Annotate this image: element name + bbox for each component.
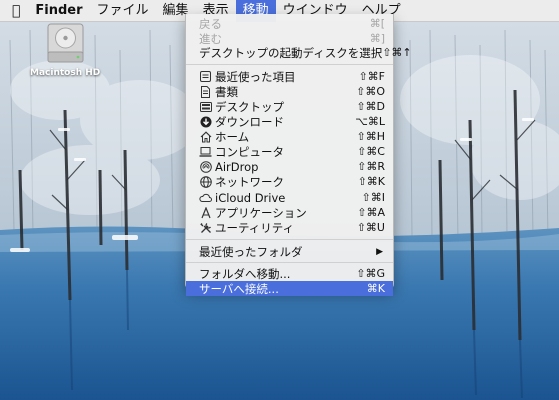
menu-item-icloud-drive[interactable]: iCloud Drive ⇧⌘I [186, 190, 393, 205]
menu-item-airdrop[interactable]: AirDrop ⇧⌘R [186, 159, 393, 174]
menu-item-back[interactable]: 戻る ⌘[ [186, 16, 393, 31]
desktop-icon [199, 100, 212, 113]
apple-icon[interactable]:  [0, 0, 28, 22]
recents-icon [199, 70, 212, 83]
menu-item-downloads[interactable]: ダウンロード ⌥⌘L [186, 114, 393, 129]
menu-file[interactable]: ファイル [90, 0, 156, 22]
menu-item-desktop[interactable]: デスクトップ ⇧⌘D [186, 99, 393, 114]
menu-item-go-to-folder[interactable]: フォルダへ移動... ⇧⌘G [186, 266, 393, 281]
applications-icon [199, 206, 212, 219]
chevron-right-icon: ▶ [376, 246, 383, 257]
hard-drive-label[interactable]: Macintosh HD [30, 68, 100, 78]
utilities-icon [199, 221, 212, 234]
network-icon [199, 175, 212, 188]
menu-item-documents[interactable]: 書類 ⇧⌘O [186, 84, 393, 99]
cloud-icon [199, 191, 212, 204]
menu-item-connect-to-server[interactable]: サーバへ接続... ⌘K [186, 281, 393, 296]
home-icon [199, 130, 212, 143]
go-menu: 戻る ⌘[ 進む ⌘] デスクトップの起動ディスクを選択 ⇧⌘↑ 最近使った項目… [185, 14, 412, 296]
menu-item-computer[interactable]: コンピュータ ⇧⌘C [186, 144, 393, 159]
menu-item-applications[interactable]: アプリケーション ⇧⌘A [186, 205, 393, 220]
menu-item-recents[interactable]: 最近使った項目 ⇧⌘F [186, 69, 393, 84]
menu-item-startup-disk[interactable]: デスクトップの起動ディスクを選択 ⇧⌘↑ [186, 45, 412, 60]
menu-separator [186, 64, 393, 65]
menu-item-utilities[interactable]: ユーティリティ ⇧⌘U [186, 220, 393, 235]
menu-item-home[interactable]: ホーム ⇧⌘H [186, 129, 393, 144]
menu-finder[interactable]: Finder [28, 0, 89, 22]
downloads-icon [199, 115, 212, 128]
computer-icon [199, 145, 212, 158]
menu-separator [186, 262, 393, 263]
menu-item-network[interactable]: ネットワーク ⇧⌘K [186, 174, 393, 189]
documents-icon [199, 85, 212, 98]
menu-item-recent-folders[interactable]: 最近使ったフォルダ ▶ [186, 244, 393, 259]
airdrop-icon [199, 160, 212, 173]
menu-separator [186, 239, 393, 240]
hard-drive-icon[interactable] [47, 22, 84, 65]
